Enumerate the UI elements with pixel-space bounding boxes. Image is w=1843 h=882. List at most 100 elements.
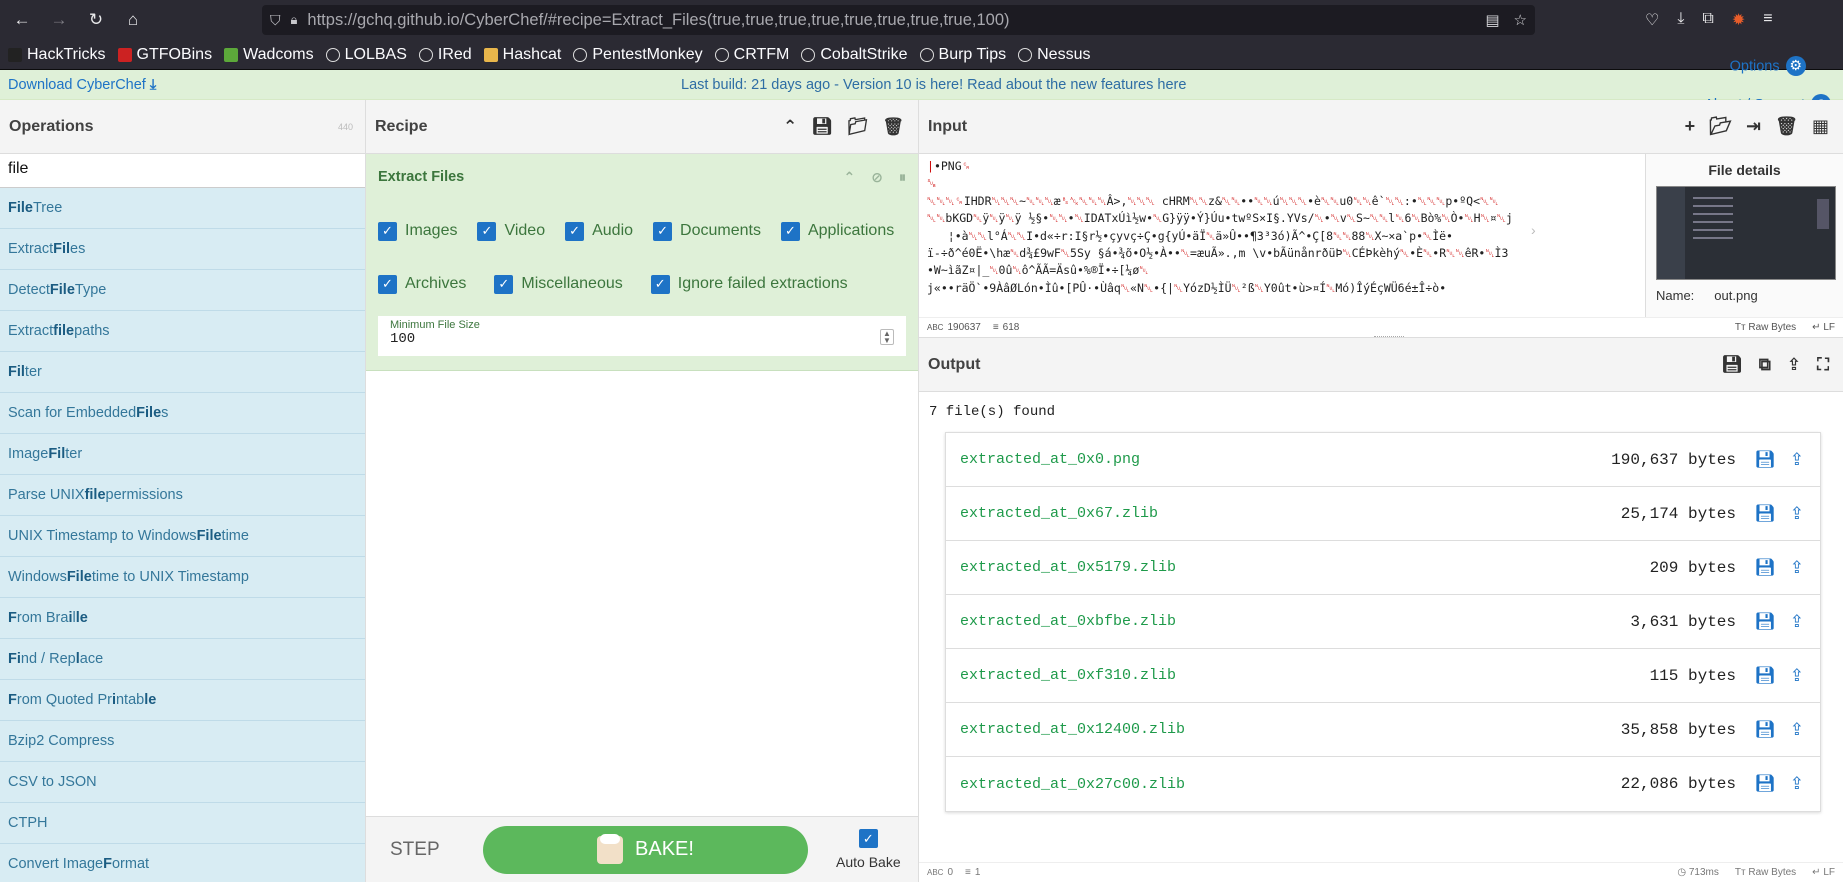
pocket-icon[interactable]: ♡ — [1645, 10, 1659, 30]
open-in-input-icon[interactable]: ⇪ — [1790, 558, 1804, 578]
shield-icon[interactable]: ⛉ — [270, 12, 281, 29]
bookmark-hashcat[interactable]: Hashcat — [483, 46, 561, 64]
bake-button[interactable]: BAKE! — [483, 825, 808, 874]
operation-item[interactable]: CSV to JSON — [0, 762, 365, 803]
operation-item[interactable]: Extract file paths — [0, 311, 365, 352]
bookmark-nessus[interactable]: Nessus — [1018, 46, 1090, 64]
checkbox-checked-icon[interactable]: ✓ — [378, 221, 397, 241]
extracted-file-name[interactable]: extracted_at_0x5179.zlib — [960, 559, 1176, 576]
open-file-icon[interactable]: ⇥ — [1746, 116, 1761, 137]
operation-item[interactable]: Windows File time to UNIX Timestamp — [0, 557, 365, 598]
lock-icon[interactable]: 🔒︎ — [291, 12, 298, 28]
options-link[interactable]: Options ⚙ — [1730, 55, 1806, 76]
checkbox-archives[interactable]: ✓ Archives — [378, 274, 466, 294]
operation-item[interactable]: UNIX Timestamp to Windows File time — [0, 516, 365, 557]
extracted-file-name[interactable]: extracted_at_0x0.png — [960, 451, 1140, 468]
download-cyberchef-link[interactable]: Download CyberChef ⤓ — [8, 77, 156, 93]
layout-icon[interactable]: ▦ — [1812, 116, 1829, 137]
operation-item[interactable]: Detect File Type — [0, 270, 365, 311]
checkbox-applications[interactable]: ✓ Applications — [780, 221, 894, 241]
checkbox-checked-icon[interactable]: ✓ — [477, 221, 497, 241]
save-file-icon[interactable]: 💾︎ — [1754, 450, 1776, 470]
reader-view-icon[interactable]: ▤ — [1485, 11, 1499, 29]
step-button[interactable]: STEP — [390, 839, 483, 861]
extensions-icon[interactable]: ⧉ — [1702, 10, 1713, 30]
open-in-input-icon[interactable]: ⇪ — [1790, 774, 1804, 794]
input-encoding[interactable]: Tт Raw Bytes — [1735, 322, 1796, 333]
load-recipe-icon[interactable]: 📁︎ — [847, 117, 869, 137]
breakpoint-icon[interactable]: ⏸︎ — [899, 169, 906, 186]
auto-bake-toggle[interactable]: ✓ Auto Bake — [836, 829, 901, 870]
add-input-icon[interactable]: + — [1685, 116, 1696, 137]
download-icon[interactable]: ⤓ — [1677, 10, 1684, 30]
url-bar[interactable]: ⛉ 🔒︎ https://gchq.github.io/CyberChef/#r… — [262, 5, 1535, 35]
checkbox-checked-icon[interactable]: ✓ — [378, 274, 397, 294]
bookmark-wadcoms[interactable]: Wadcoms — [224, 46, 314, 64]
save-file-icon[interactable]: 💾︎ — [1754, 612, 1776, 632]
open-folder-icon[interactable]: 📂︎ — [1709, 116, 1732, 137]
checkbox-checked-icon[interactable]: ✓ — [653, 221, 673, 241]
operation-item[interactable]: From Quoted Pr i ntab le — [0, 680, 365, 721]
back-icon[interactable]: ← — [8, 6, 36, 34]
checkbox-video[interactable]: ✓ Video — [477, 221, 545, 241]
maximise-output-icon[interactable]: ⛶ — [1817, 355, 1829, 375]
foxy-extension-icon[interactable]: ✹ — [1732, 10, 1745, 30]
minimum-file-size-value[interactable]: 100 — [390, 331, 894, 347]
disable-icon[interactable]: ⊘ — [871, 169, 883, 186]
extracted-file-name[interactable]: extracted_at_0x27c00.zlib — [960, 776, 1185, 793]
checkbox-ignore-failed-extractions[interactable]: ✓ Ignore failed extractions — [650, 274, 848, 294]
bookmark-gtfobins[interactable]: GTFOBins — [117, 46, 212, 64]
bookmark-pentestmonkey[interactable]: PentestMonkey — [573, 46, 703, 64]
collapse-icon[interactable]: ⌃ — [844, 169, 856, 186]
expand-arrow-icon[interactable]: › — [1531, 222, 1536, 238]
number-stepper[interactable]: ▲ ▼ — [880, 329, 894, 345]
operation-item[interactable]: Parse UNIX file permissions — [0, 475, 365, 516]
extract-files-operation[interactable]: Extract Files ⌃ ⊘ ⏸︎ ✓ Images ✓ Video ✓ Audio… — [366, 154, 918, 371]
operation-item[interactable]: Fil ter — [0, 352, 365, 393]
checkbox-checked-icon[interactable]: ✓ — [565, 221, 585, 241]
clear-recipe-icon[interactable]: 🗑︎ — [882, 117, 904, 137]
operation-item[interactable]: Extract Fil es — [0, 229, 365, 270]
forward-icon[interactable]: → — [45, 6, 73, 34]
menu-icon[interactable]: ≡ — [1763, 10, 1772, 30]
open-in-input-icon[interactable]: ⇪ — [1790, 504, 1804, 524]
home-icon[interactable]: ⌂ — [119, 6, 147, 34]
operation-item[interactable]: Convert Image Format — [0, 844, 365, 882]
bookmark-cobaltstrike[interactable]: CobaltStrike — [801, 46, 908, 64]
open-in-input-icon[interactable]: ⇪ — [1790, 450, 1804, 470]
operation-item[interactable]: Fi nd / Rep l ace — [0, 639, 365, 680]
reload-icon[interactable]: ↻ — [82, 6, 110, 34]
save-recipe-icon[interactable]: 💾︎ — [811, 117, 833, 137]
checkbox-checked-icon[interactable]: ✓ — [650, 274, 670, 294]
bookmark-hacktricks[interactable]: HackTricks — [8, 46, 106, 64]
replace-input-icon[interactable]: ⇪ — [1787, 355, 1801, 375]
checkbox-checked-icon[interactable]: ✓ — [780, 221, 800, 241]
bookmark-crtfm[interactable]: CRTFM — [714, 46, 789, 64]
open-in-input-icon[interactable]: ⇪ — [1790, 666, 1804, 686]
extracted-file-name[interactable]: extracted_at_0x12400.zlib — [960, 721, 1185, 738]
extracted-file-name[interactable]: extracted_at_0x67.zlib — [960, 505, 1158, 522]
save-file-icon[interactable]: 💾︎ — [1754, 720, 1776, 740]
open-in-input-icon[interactable]: ⇪ — [1790, 720, 1804, 740]
input-eol[interactable]: ↵ LF — [1812, 322, 1835, 333]
checkbox-checked-icon[interactable]: ✓ — [494, 274, 514, 294]
bookmark-ired[interactable]: IRed — [418, 46, 472, 64]
input-text-area[interactable]: |•PNG␍ ␚ ␀␀␀␍IHDR␀␀␀~␀␀␀æ␈␆␀␀␀Â>,␀␀␀ cHR… — [927, 158, 1557, 314]
auto-bake-checkbox[interactable]: ✓ — [858, 829, 878, 848]
operation-item[interactable]: Scan for Embedded File s — [0, 393, 365, 434]
operation-item[interactable]: File Tree — [0, 188, 365, 229]
save-file-icon[interactable]: 💾︎ — [1754, 774, 1776, 794]
bookmark-star-icon[interactable]: ☆ — [1514, 11, 1527, 29]
operation-item[interactable]: Image Fil ter — [0, 434, 365, 475]
collapse-all-icon[interactable]: ⌃ — [783, 117, 797, 137]
output-encoding[interactable]: Tт Raw Bytes — [1735, 867, 1796, 878]
checkbox-documents[interactable]: ✓ Documents — [653, 221, 761, 241]
extracted-file-name[interactable]: extracted_at_0xbfbe.zlib — [960, 613, 1176, 630]
output-eol[interactable]: ↵ LF — [1812, 867, 1835, 878]
operation-item[interactable]: From Bra i l le — [0, 598, 365, 639]
checkbox-images[interactable]: ✓ Images — [378, 221, 457, 241]
minimum-file-size-field[interactable]: Minimum File Size 100 ▲ ▼ — [378, 316, 906, 356]
checkbox-miscellaneous[interactable]: ✓ Miscellaneous — [494, 274, 623, 294]
operation-item[interactable]: Bzip2 Compress — [0, 721, 365, 762]
build-notice-link[interactable]: Last build: 21 days ago - Version 10 is … — [681, 77, 1186, 93]
